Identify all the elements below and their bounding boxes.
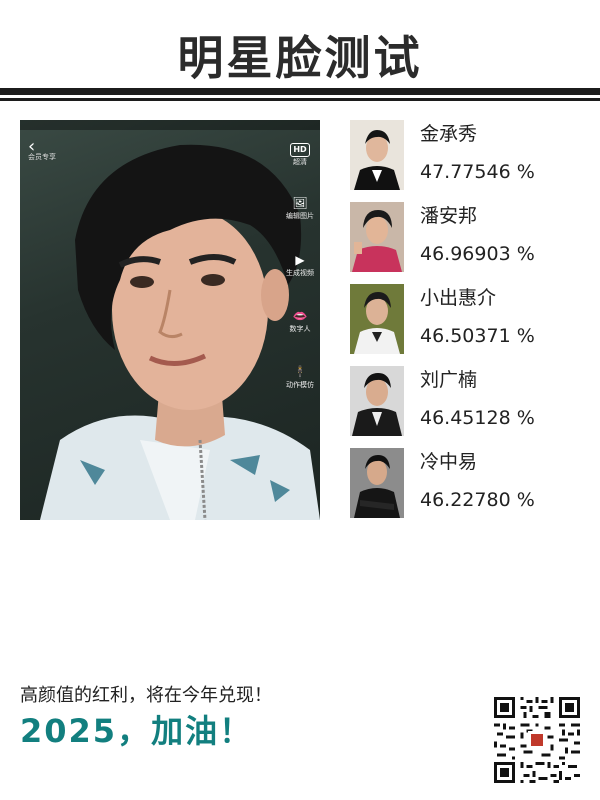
header-divider-thin xyxy=(0,98,600,101)
uploaded-photo: ‹ 会员专享 HD 超清 🖼 编辑图片 ▶ 生成视频 👄 数字人 🕴 动作模仿 xyxy=(20,120,320,520)
slogan-line: 高颜值的红利，将在今年兑现！ xyxy=(20,685,272,706)
phone-status-bar xyxy=(20,120,320,130)
tool-generate-video[interactable]: ▶ 生成视频 xyxy=(282,252,318,278)
tool-hd[interactable]: HD 超清 xyxy=(282,140,318,167)
tool-label: 动作模仿 xyxy=(286,381,314,389)
image-edit-icon: 🖼 xyxy=(292,196,308,210)
result-item[interactable]: 冷中易 46.22780 % xyxy=(350,448,590,518)
tool-label: 超清 xyxy=(293,158,307,166)
tool-motion-imitation[interactable]: 🕴 动作模仿 xyxy=(282,364,318,390)
similarity-score: 46.45128 % xyxy=(420,407,535,429)
qr-code[interactable] xyxy=(494,697,580,783)
celebrity-name: 刘广楠 xyxy=(420,369,478,391)
celebrity-name: 冷中易 xyxy=(420,451,478,473)
result-item[interactable]: 小出惠介 46.50371 % xyxy=(350,284,590,354)
celebrity-name: 小出惠介 xyxy=(420,287,497,309)
celebrity-thumbnail xyxy=(350,202,404,272)
slogan-headline: 2025，加油！ xyxy=(20,712,254,750)
lips-icon: 👄 xyxy=(292,309,308,323)
result-item[interactable]: 刘广楠 46.45128 % xyxy=(350,366,590,436)
header-divider-thick xyxy=(0,88,600,95)
vip-label: 会员专享 xyxy=(28,153,56,161)
similarity-score: 46.22780 % xyxy=(420,489,535,511)
tool-label: 生成视频 xyxy=(286,269,314,277)
tool-label: 编辑图片 xyxy=(286,212,314,220)
figure-icon: 🕴 xyxy=(292,365,308,379)
celebrity-name: 金承秀 xyxy=(420,123,478,145)
tool-digital-human[interactable]: 👄 数字人 xyxy=(282,308,318,334)
video-icon: ▶ xyxy=(295,253,305,267)
hd-icon: HD xyxy=(282,140,318,157)
similarity-score: 46.50371 % xyxy=(420,325,535,347)
page-title: 明星脸测试 xyxy=(177,31,423,85)
celebrity-thumbnail xyxy=(350,284,404,354)
celebrity-name: 潘安邦 xyxy=(420,205,478,227)
result-item[interactable]: 潘安邦 46.96903 % xyxy=(350,202,590,272)
portrait-illustration xyxy=(40,144,320,520)
celebrity-thumbnail xyxy=(350,120,404,190)
similarity-score: 47.77546 % xyxy=(420,161,535,183)
result-item[interactable]: 金承秀 47.77546 % xyxy=(350,120,590,190)
tool-label: 数字人 xyxy=(289,325,311,333)
celebrity-thumbnail xyxy=(350,448,404,518)
similarity-score: 46.96903 % xyxy=(420,243,535,265)
tool-edit-image[interactable]: 🖼 编辑图片 xyxy=(282,195,318,221)
celebrity-thumbnail xyxy=(350,366,404,436)
